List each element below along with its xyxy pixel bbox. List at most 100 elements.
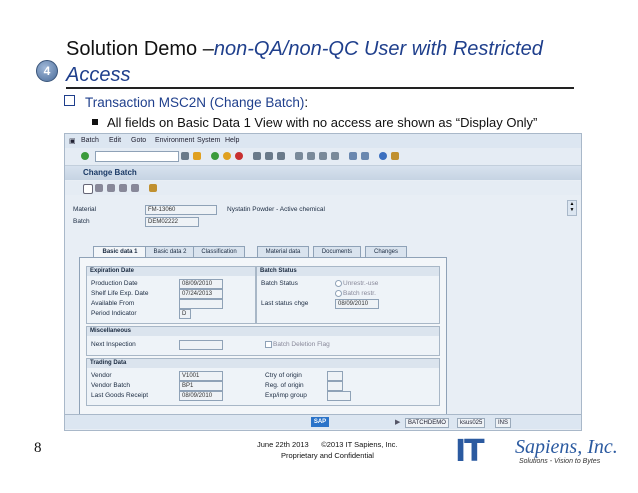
change-icon[interactable] — [95, 184, 103, 192]
menu-environment[interactable]: Environment — [155, 137, 194, 144]
slide-title-line2: Access — [66, 64, 131, 86]
radio-restricted-label: Batch restr. — [343, 290, 376, 297]
save-icon[interactable] — [193, 152, 201, 160]
bullet-fields: All fields on Basic Data 1 View with no … — [92, 115, 537, 130]
sap-standard-toolbar — [65, 148, 581, 166]
menu-edit[interactable]: Edit — [109, 137, 121, 144]
application-toolbar — [65, 181, 581, 195]
material-field: FM-13060 — [145, 205, 217, 215]
last-status-change-field: 08/09/2010 — [335, 299, 379, 309]
region-of-origin-field — [327, 381, 343, 391]
first-page-icon[interactable] — [295, 152, 303, 160]
bullet1-colon: : — [304, 95, 309, 110]
footer-confidential: Proprietary and Confidential — [281, 451, 374, 460]
material-description: Nystatin Powder - Active chemical — [227, 206, 325, 213]
create-icon[interactable] — [83, 184, 93, 194]
footer-copyright: ©2013 IT Sapiens, Inc. — [321, 440, 398, 449]
batch-status-group: Batch Status Batch Status Unrestr.-use B… — [256, 266, 440, 324]
enter-icon[interactable] — [81, 152, 89, 160]
country-of-origin-field — [327, 371, 343, 381]
period-indicator-field: D — [179, 309, 191, 319]
screen-title: Change Batch — [83, 168, 137, 177]
find-next-icon[interactable] — [277, 152, 285, 160]
new-session-icon[interactable] — [349, 152, 357, 160]
next-inspection-field — [179, 340, 223, 350]
export-import-group-field — [327, 391, 351, 401]
miscellaneous-header: Miscellaneous — [87, 327, 439, 336]
vendor-batch-label: Vendor Batch — [91, 382, 131, 389]
menu-help[interactable]: Help — [225, 137, 239, 144]
slide-title: Solution Demo –non-QA/non-QC User with R… — [66, 38, 543, 61]
deletion-flag-checkbox — [265, 341, 272, 348]
last-goods-receipt-field: 08/09/2010 — [179, 391, 223, 401]
basic-data-1-panel: Expiration Date Production Date 08/09/20… — [79, 257, 447, 419]
back-icon[interactable] — [211, 152, 219, 160]
logo-it: IT — [455, 434, 485, 469]
exit-icon[interactable] — [223, 152, 231, 160]
menu-goto[interactable]: Goto — [131, 137, 146, 144]
square-bullet-icon — [92, 119, 98, 125]
title-plain: Solution Demo – — [66, 38, 214, 60]
status-arrow-icon[interactable]: ▶ — [395, 418, 400, 426]
logo-name: Sapiens, Inc. — [515, 436, 618, 458]
batch-info-icon[interactable] — [149, 184, 157, 192]
cancel-icon[interactable] — [235, 152, 243, 160]
server-field: ksus025 — [457, 418, 486, 428]
vendor-label: Vendor — [91, 372, 112, 379]
radio-unrestricted — [335, 280, 342, 287]
footer-date: June 22th 2013 — [257, 440, 309, 449]
batch-label: Batch — [73, 218, 90, 225]
help-icon[interactable] — [379, 152, 387, 160]
period-indicator-label: Period Indicator — [91, 310, 137, 317]
material-label: Material — [73, 206, 97, 213]
expiration-group: Expiration Date Production Date 08/09/20… — [86, 266, 256, 324]
batch-status-header: Batch Status — [257, 267, 439, 276]
slide-number-badge: 4 — [36, 60, 58, 82]
radio-restricted — [335, 290, 342, 297]
where-used-icon[interactable] — [131, 184, 139, 192]
menu-batch[interactable]: Batch — [81, 137, 99, 144]
bullet-transaction: Transaction MSC2N (Change Batch): — [64, 95, 308, 110]
prev-page-icon[interactable] — [307, 152, 315, 160]
find-icon[interactable] — [265, 152, 273, 160]
batch-status-label: Batch Status — [261, 280, 298, 287]
mode-field: INS — [495, 418, 512, 428]
bullet1-text: Transaction MSC2N (Change Batch) — [85, 95, 305, 110]
layout-icon[interactable] — [391, 152, 399, 160]
command-field[interactable] — [95, 151, 179, 162]
trading-data-group: Trading Data Vendor V1001 Vendor Batch B… — [86, 358, 440, 406]
classification-icon[interactable] — [119, 184, 127, 192]
available-from-field — [179, 299, 223, 309]
transaction-field: BATCHDEMO — [405, 418, 449, 428]
title-italic: non-QA/non-QC User with Restricted — [213, 38, 543, 60]
available-from-label: Available From — [91, 300, 135, 307]
production-date-field: 08/09/2010 — [179, 279, 223, 289]
expiration-header: Expiration Date — [87, 267, 255, 276]
deletion-flag-label: Batch Deletion Flag — [273, 341, 330, 348]
screen-title-bar: Change Batch — [65, 166, 581, 180]
export-import-group-label: Exp/imp group — [265, 392, 307, 399]
menu-icon[interactable]: ▣ — [69, 137, 76, 145]
sap-menu-bar: ▣ Batch Edit Goto Environment System Hel… — [65, 134, 581, 148]
last-page-icon[interactable] — [331, 152, 339, 160]
next-page-icon[interactable] — [319, 152, 327, 160]
logo-tagline: Solutions - Vision to Bytes — [519, 458, 601, 465]
bullet2-text: All fields on Basic Data 1 View with no … — [107, 115, 538, 130]
vendor-field: V1001 — [179, 371, 223, 381]
display-icon[interactable] — [107, 184, 115, 192]
batch-field: DEM02222 — [145, 217, 199, 227]
vendor-batch-field: BP1 — [179, 381, 223, 391]
miscellaneous-group: Miscellaneous Next Inspection Batch Dele… — [86, 326, 440, 356]
last-status-change-label: Last status chge — [261, 300, 309, 307]
print-icon[interactable] — [253, 152, 261, 160]
shelf-life-label: Shelf Life Exp. Date — [91, 290, 149, 297]
shortcut-icon[interactable] — [361, 152, 369, 160]
production-date-label: Production Date — [91, 280, 138, 287]
title-underline — [66, 87, 574, 89]
sap-window: ▣ Batch Edit Goto Environment System Hel… — [64, 133, 582, 431]
menu-system[interactable]: System — [197, 137, 220, 144]
region-of-origin-label: Reg. of origin — [265, 382, 304, 389]
dropdown-icon[interactable] — [181, 152, 189, 160]
checkbox-bullet-icon — [64, 95, 75, 106]
scroll-arrows[interactable]: ▲ ▼ — [567, 200, 577, 216]
